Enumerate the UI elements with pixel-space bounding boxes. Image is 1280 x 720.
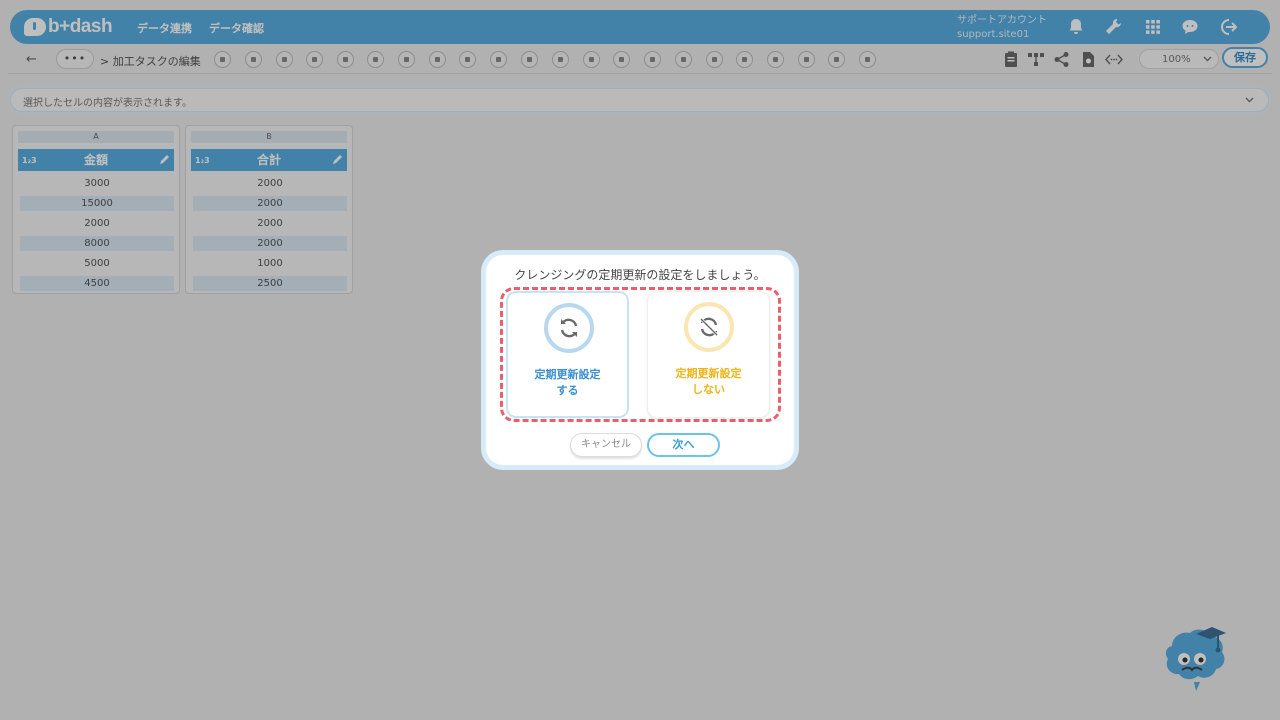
option-disable-line2: しない bbox=[692, 383, 725, 396]
cancel-button[interactable]: キャンセル bbox=[570, 433, 642, 457]
option-disable-line1: 定期更新設定 bbox=[675, 367, 742, 380]
refresh-icon bbox=[544, 303, 594, 353]
option-enable-line2: する bbox=[556, 384, 579, 397]
option-disable-refresh[interactable]: 定期更新設定 しない bbox=[647, 291, 770, 418]
dialog-title: クレンジングの定期更新の設定をしましょう。 bbox=[514, 268, 766, 282]
option-enable-label: 定期更新設定 する bbox=[508, 367, 627, 399]
option-disable-label: 定期更新設定 しない bbox=[648, 366, 769, 398]
refresh-setting-dialog: クレンジングの定期更新の設定をしましょう。 定期更新設定 する 定期更新設定 し… bbox=[481, 250, 799, 470]
refresh-off-icon bbox=[684, 302, 734, 352]
option-enable-line1: 定期更新設定 bbox=[534, 368, 601, 381]
next-button[interactable]: 次へ bbox=[647, 433, 720, 457]
option-enable-refresh[interactable]: 定期更新設定 する bbox=[506, 291, 629, 418]
